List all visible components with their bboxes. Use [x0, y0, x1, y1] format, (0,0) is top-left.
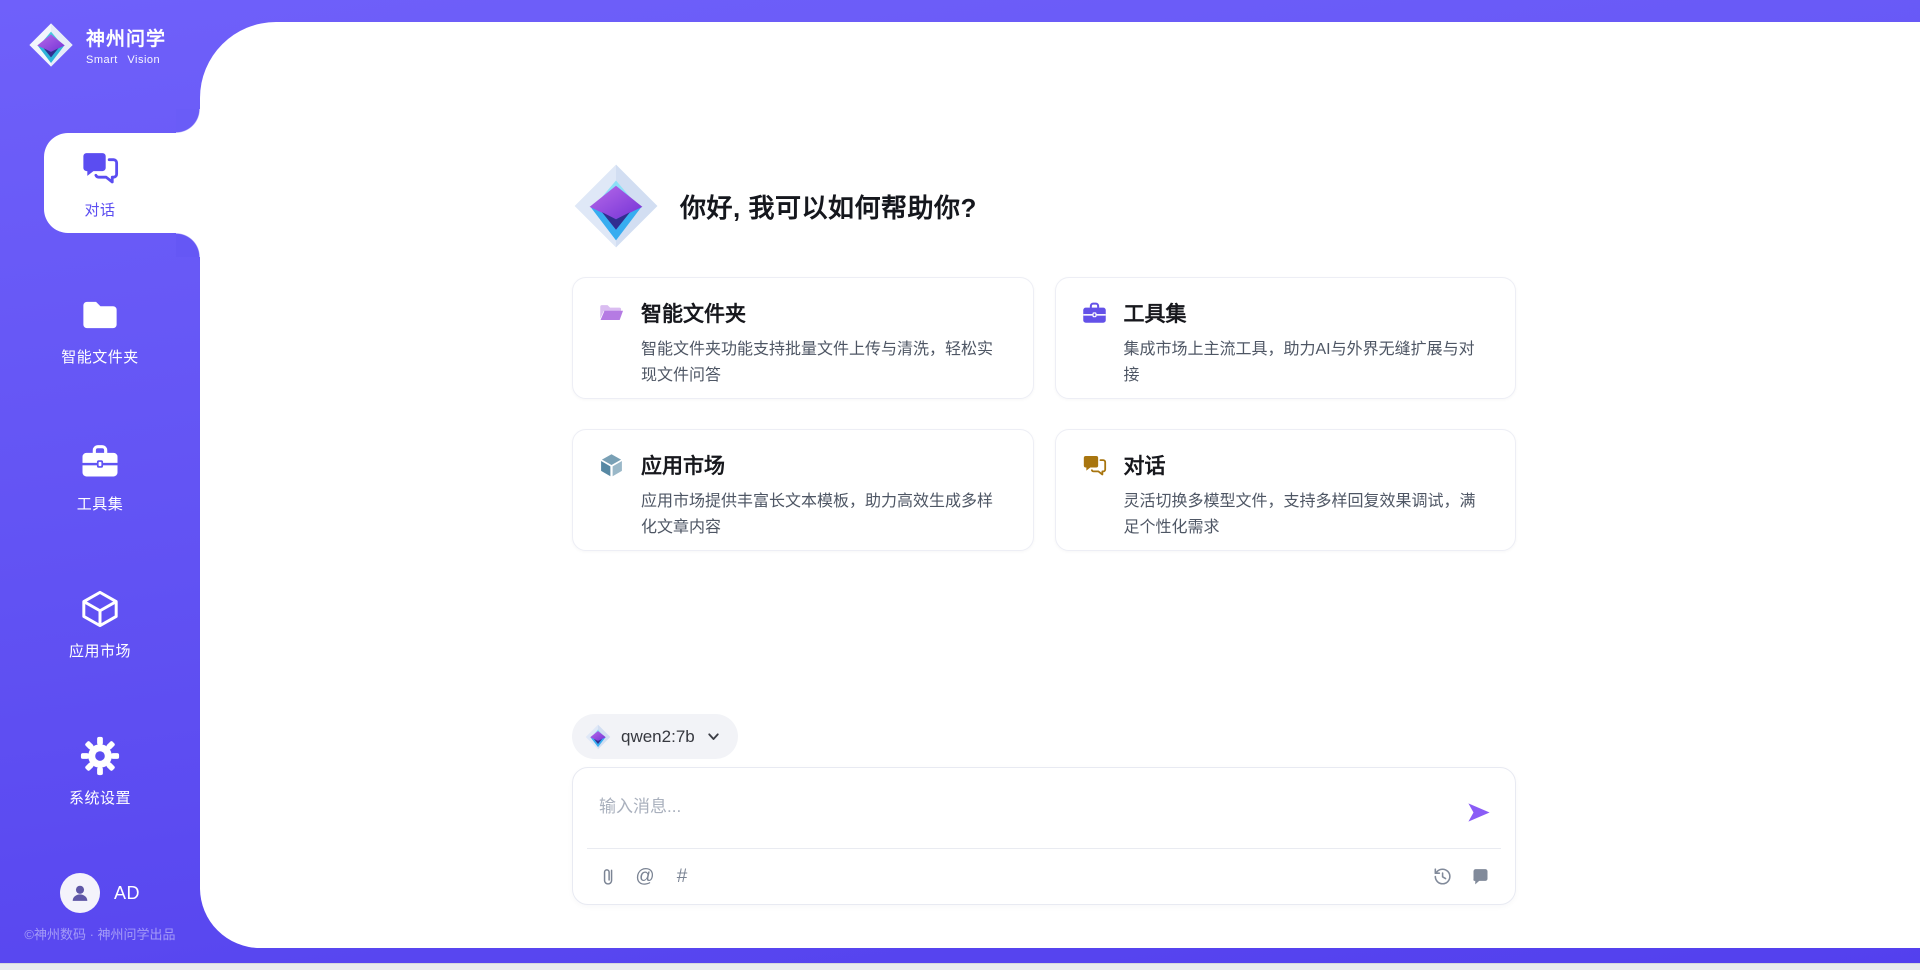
sidebar-item-label: 系统设置 [69, 787, 131, 808]
toolbox-icon [1081, 300, 1108, 327]
app-logo: 神州问学 Smart Vision [28, 22, 166, 68]
history-icon [1432, 866, 1453, 887]
cube-icon [79, 588, 121, 630]
app-subtitle: Smart Vision [86, 54, 166, 66]
folder-open-icon [598, 300, 625, 327]
user-account[interactable]: AD [0, 873, 200, 913]
card-toolset[interactable]: 工具集 集成市场上主流工具，助力AI与外界无缝扩展与对接 [1055, 277, 1517, 399]
window-bottom-strip [0, 963, 1920, 970]
history-button[interactable] [1431, 866, 1453, 888]
card-title: 智能文件夹 [641, 298, 746, 328]
card-description: 应用市场提供丰富长文本模板，助力高效生成多样化文章内容 [641, 489, 1007, 541]
app-title: 神州问学 [86, 24, 166, 51]
message-composer: @ # [572, 767, 1516, 905]
brand-diamond-icon [572, 162, 660, 250]
sidebar-item-settings[interactable]: 系统设置 [0, 721, 200, 821]
mention-button[interactable]: @ [634, 866, 656, 888]
folder-icon [79, 294, 121, 336]
cube-grid-icon [598, 452, 625, 479]
hash-icon: # [677, 867, 688, 886]
model-selector[interactable]: qwen2:7b [572, 714, 738, 759]
paperclip-icon [598, 866, 619, 887]
model-selector-row: qwen2:7b [572, 714, 1516, 759]
card-title: 对话 [1124, 450, 1166, 480]
model-diamond-icon [585, 724, 611, 750]
sidebar-item-chat[interactable]: 对话 [44, 133, 200, 233]
card-title: 应用市场 [641, 450, 725, 480]
composer-toolbar: @ # [573, 849, 1515, 904]
sidebar-item-label: 应用市场 [69, 640, 131, 661]
chat-icon [79, 147, 121, 189]
user-name: AD [114, 883, 140, 904]
card-description: 集成市场上主流工具，助力AI与外界无缝扩展与对接 [1124, 337, 1490, 389]
message-input[interactable] [573, 768, 1515, 846]
attach-file-button[interactable] [597, 866, 619, 888]
card-smart-folder[interactable]: 智能文件夹 智能文件夹功能支持批量文件上传与清洗，轻松实现文件问答 [572, 277, 1034, 399]
sidebar-item-label: 工具集 [77, 493, 124, 514]
send-icon[interactable] [1465, 799, 1492, 826]
sidebar-item-label: 智能文件夹 [61, 346, 139, 367]
at-icon: @ [635, 867, 654, 886]
card-app-market[interactable]: 应用市场 应用市场提供丰富长文本模板，助力高效生成多样化文章内容 [572, 429, 1034, 551]
card-description: 智能文件夹功能支持批量文件上传与清洗，轻松实现文件问答 [641, 337, 1007, 389]
sidebar: 神州问学 Smart Vision 对话 智能文件夹 工具集 应用市场 系统设置 [0, 0, 200, 970]
chevron-down-icon [705, 728, 722, 745]
brand-diamond-icon [28, 22, 74, 68]
gear-icon [79, 735, 121, 777]
chat-panel-icon [1470, 866, 1491, 887]
main-panel: 你好, 我可以如何帮助你? 智能文件夹 智能文件夹功能支持批量文件上传与清洗，轻… [200, 22, 1920, 948]
card-description: 灵活切换多模型文件，支持多样回复效果调试，满足个性化需求 [1124, 489, 1490, 541]
user-icon [67, 880, 93, 906]
card-chat[interactable]: 对话 灵活切换多模型文件，支持多样回复效果调试，满足个性化需求 [1055, 429, 1517, 551]
sidebar-item-label: 对话 [84, 199, 115, 220]
content-column: 你好, 我可以如何帮助你? 智能文件夹 智能文件夹功能支持批量文件上传与清洗，轻… [572, 22, 1516, 905]
greeting-block: 你好, 我可以如何帮助你? [572, 22, 1516, 250]
toolbox-icon [79, 441, 121, 483]
chat-icon [1081, 452, 1108, 479]
model-name: qwen2:7b [621, 727, 695, 747]
sidebar-item-app-market[interactable]: 应用市场 [0, 574, 200, 674]
sidebar-item-smart-folder[interactable]: 智能文件夹 [0, 280, 200, 380]
sidebar-nav: 对话 智能文件夹 工具集 应用市场 系统设置 [0, 133, 200, 868]
topic-button[interactable]: # [671, 866, 693, 888]
toolbar-right-group [1431, 866, 1491, 888]
copyright-text: ©神州数码 · 神州问学出品 [0, 924, 200, 943]
chat-panel-button[interactable] [1469, 866, 1491, 888]
sidebar-item-toolset[interactable]: 工具集 [0, 427, 200, 527]
card-title: 工具集 [1124, 298, 1187, 328]
avatar [60, 873, 100, 913]
feature-cards: 智能文件夹 智能文件夹功能支持批量文件上传与清洗，轻松实现文件问答 工具集 集成… [572, 277, 1516, 551]
greeting-title: 你好, 我可以如何帮助你? [680, 188, 977, 225]
